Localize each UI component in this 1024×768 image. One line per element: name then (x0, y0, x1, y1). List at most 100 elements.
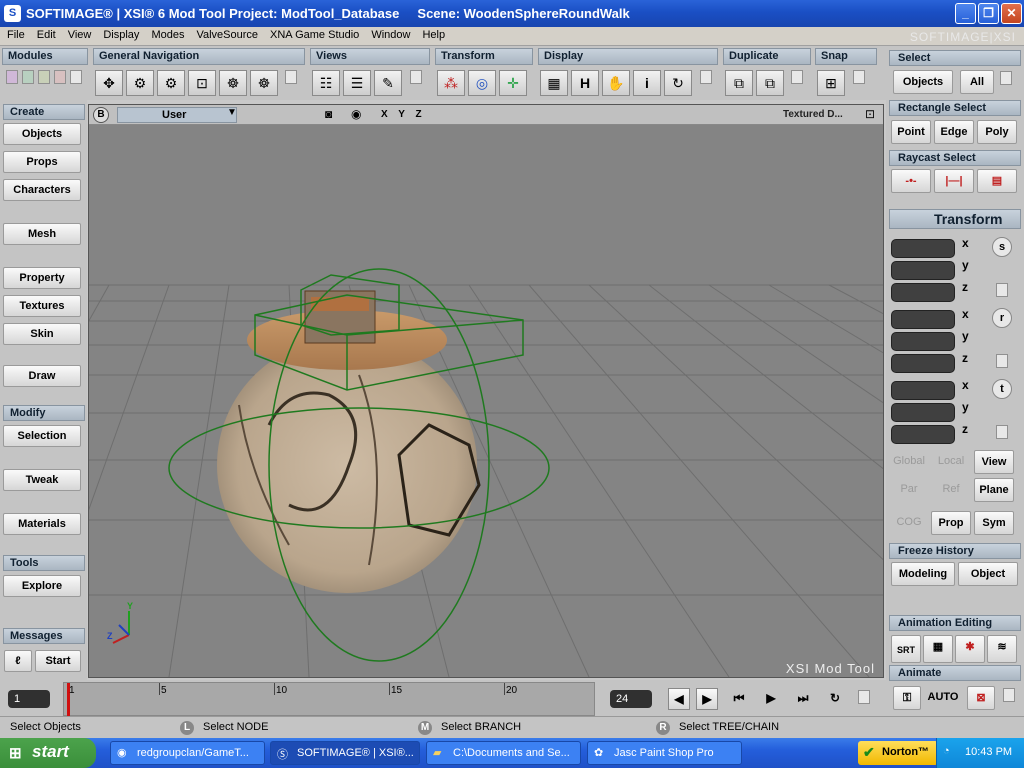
display-menu-icon[interactable] (700, 70, 712, 84)
refresh-icon[interactable]: ↻ (664, 70, 692, 96)
tools-explore-button[interactable]: Explore (3, 575, 81, 597)
create-draw-button[interactable]: Draw (3, 365, 81, 387)
menu-view[interactable]: View (61, 27, 97, 41)
dolly-icon[interactable]: ⚙ (157, 70, 185, 96)
prev-frame-icon[interactable]: ◀ (668, 688, 690, 710)
menu-file[interactable]: File (0, 27, 30, 41)
hand-icon[interactable]: ✋ (602, 70, 630, 96)
start-button[interactable]: Start (35, 650, 81, 672)
translate-z-field[interactable] (891, 425, 955, 444)
chevron-down-icon[interactable]: ▼ (227, 107, 237, 118)
animate-menu-icon[interactable] (1003, 688, 1015, 702)
minimize-button[interactable]: _ (955, 3, 976, 24)
next-frame-icon[interactable]: ▶ (696, 688, 718, 710)
create-characters-button[interactable]: Characters (3, 179, 81, 201)
translate-y-field[interactable] (891, 403, 955, 422)
end-frame-field[interactable]: 24 (610, 690, 652, 708)
modify-tweak-button[interactable]: Tweak (3, 469, 81, 491)
snap-menu-icon[interactable] (853, 70, 865, 84)
first-frame-icon[interactable]: ⏮ (728, 688, 750, 710)
translate-icon[interactable]: ✛ (499, 70, 527, 96)
module-swatch-icon[interactable] (6, 70, 18, 84)
info-icon[interactable]: i (633, 70, 661, 96)
menu-valvesource[interactable]: ValveSource (189, 27, 263, 41)
orbit-icon[interactable]: ⚙ (126, 70, 154, 96)
scale-x-field[interactable] (891, 239, 955, 258)
rotate-button[interactable]: r (992, 308, 1012, 328)
tray-network-icon[interactable]: ◔ (943, 745, 950, 757)
animation-layers-icon[interactable]: ≋ (987, 635, 1017, 663)
wooden-sphere[interactable] (217, 290, 481, 593)
select-objects-button[interactable]: Objects (893, 70, 953, 94)
create-props-button[interactable]: Props (3, 151, 81, 173)
duplicate-icon[interactable]: ⧉ (725, 70, 753, 96)
scale-y-field[interactable] (891, 261, 955, 280)
timeline-ruler[interactable]: 1 5 10 15 20 (63, 682, 595, 717)
loop-icon[interactable]: ↻ (824, 688, 846, 710)
auto-key-button[interactable]: AUTO (926, 686, 960, 710)
translate-button[interactable]: t (992, 379, 1012, 399)
srt-button[interactable]: SRT (891, 635, 921, 663)
module-menu-icon[interactable] (70, 70, 82, 84)
camera-dropdown[interactable]: User (117, 107, 237, 123)
create-objects-button[interactable]: Objects (3, 123, 81, 145)
cog-button[interactable]: COG (889, 511, 929, 535)
3d-viewport[interactable]: B User ▼ ◙ ◉ X Y Z Textured D... ⊡ Y Z X… (88, 104, 884, 678)
raycast-poly-icon[interactable]: ▤ (977, 169, 1017, 193)
rotate-icon[interactable]: ◎ (468, 70, 496, 96)
local-button[interactable]: Local (931, 450, 971, 474)
close-button[interactable]: ✕ (1001, 3, 1022, 24)
rotate-x-field[interactable] (891, 310, 955, 329)
translate-x-field[interactable] (891, 381, 955, 400)
current-frame-field[interactable]: 1 (8, 690, 50, 708)
maximize-viewport-icon[interactable]: ⊡ (865, 107, 875, 121)
create-skin-button[interactable]: Skin (3, 323, 81, 345)
modify-selection-button[interactable]: Selection (3, 425, 81, 447)
sym-button[interactable]: Sym (974, 511, 1014, 535)
create-property-button[interactable]: Property (3, 267, 81, 289)
last-frame-icon[interactable]: ⏭ (792, 688, 814, 710)
module-swatch-icon[interactable] (22, 70, 34, 84)
global-button[interactable]: Global (889, 450, 929, 474)
scale-menu-icon[interactable] (996, 283, 1008, 297)
playback-menu-icon[interactable] (858, 690, 870, 704)
pan-icon[interactable]: ☸ (219, 70, 247, 96)
translate-menu-icon[interactable] (996, 425, 1008, 439)
play-icon[interactable]: ▶ (760, 688, 782, 710)
navigation-menu-icon[interactable] (285, 70, 297, 84)
duplicate-menu-icon[interactable] (791, 70, 803, 84)
raycast-edge-icon[interactable]: |—| (934, 169, 974, 193)
menu-modes[interactable]: Modes (144, 27, 189, 41)
roll-icon[interactable]: ☸ (250, 70, 278, 96)
rotate-z-field[interactable] (891, 354, 955, 373)
raycast-point-icon[interactable]: -•- (891, 169, 931, 193)
menu-display[interactable]: Display (96, 27, 144, 41)
edge-button[interactable]: Edge (934, 120, 974, 144)
axis-toggles[interactable]: X Y Z (381, 109, 426, 120)
menu-xna[interactable]: XNA Game Studio (263, 27, 364, 41)
taskbar-item-explorer[interactable]: ▰ C:\Documents and Se... (426, 741, 581, 765)
rotate-y-field[interactable] (891, 332, 955, 351)
view-button[interactable]: View (974, 450, 1014, 474)
taskbar-item-browser[interactable]: ◉ redgroupclan/GameT... (110, 741, 265, 765)
script-editor-icon[interactable]: ℓ (4, 650, 32, 672)
start-menu-button[interactable]: ⊞ start (0, 738, 96, 768)
display-mode-dropdown[interactable]: Textured D... (783, 109, 843, 120)
norton-tray-button[interactable]: ✔ Norton™ (858, 741, 938, 765)
select-all-button[interactable]: All (960, 70, 994, 94)
fcurve-editor-icon[interactable]: ▦ (923, 635, 953, 663)
create-mesh-button[interactable]: Mesh (3, 223, 81, 245)
taskbar-item-paintshop[interactable]: ✿ Jasc Paint Shop Pro (587, 741, 742, 765)
modify-materials-button[interactable]: Materials (3, 513, 81, 535)
key-icon[interactable]: ⚿ (893, 686, 921, 710)
menu-window[interactable]: Window (364, 27, 415, 41)
prop-button[interactable]: Prop (931, 511, 971, 535)
camera-icon[interactable]: ◙ (325, 107, 332, 121)
remove-key-icon[interactable]: ⊠ (967, 686, 995, 710)
navigate-icon[interactable]: ✥ (95, 70, 123, 96)
ref-button[interactable]: Ref (931, 478, 971, 502)
schematic-icon[interactable]: ☷ (312, 70, 340, 96)
module-swatch-icon[interactable] (38, 70, 50, 84)
views-menu-icon[interactable] (410, 70, 422, 84)
scale-button[interactable]: s (992, 237, 1012, 257)
